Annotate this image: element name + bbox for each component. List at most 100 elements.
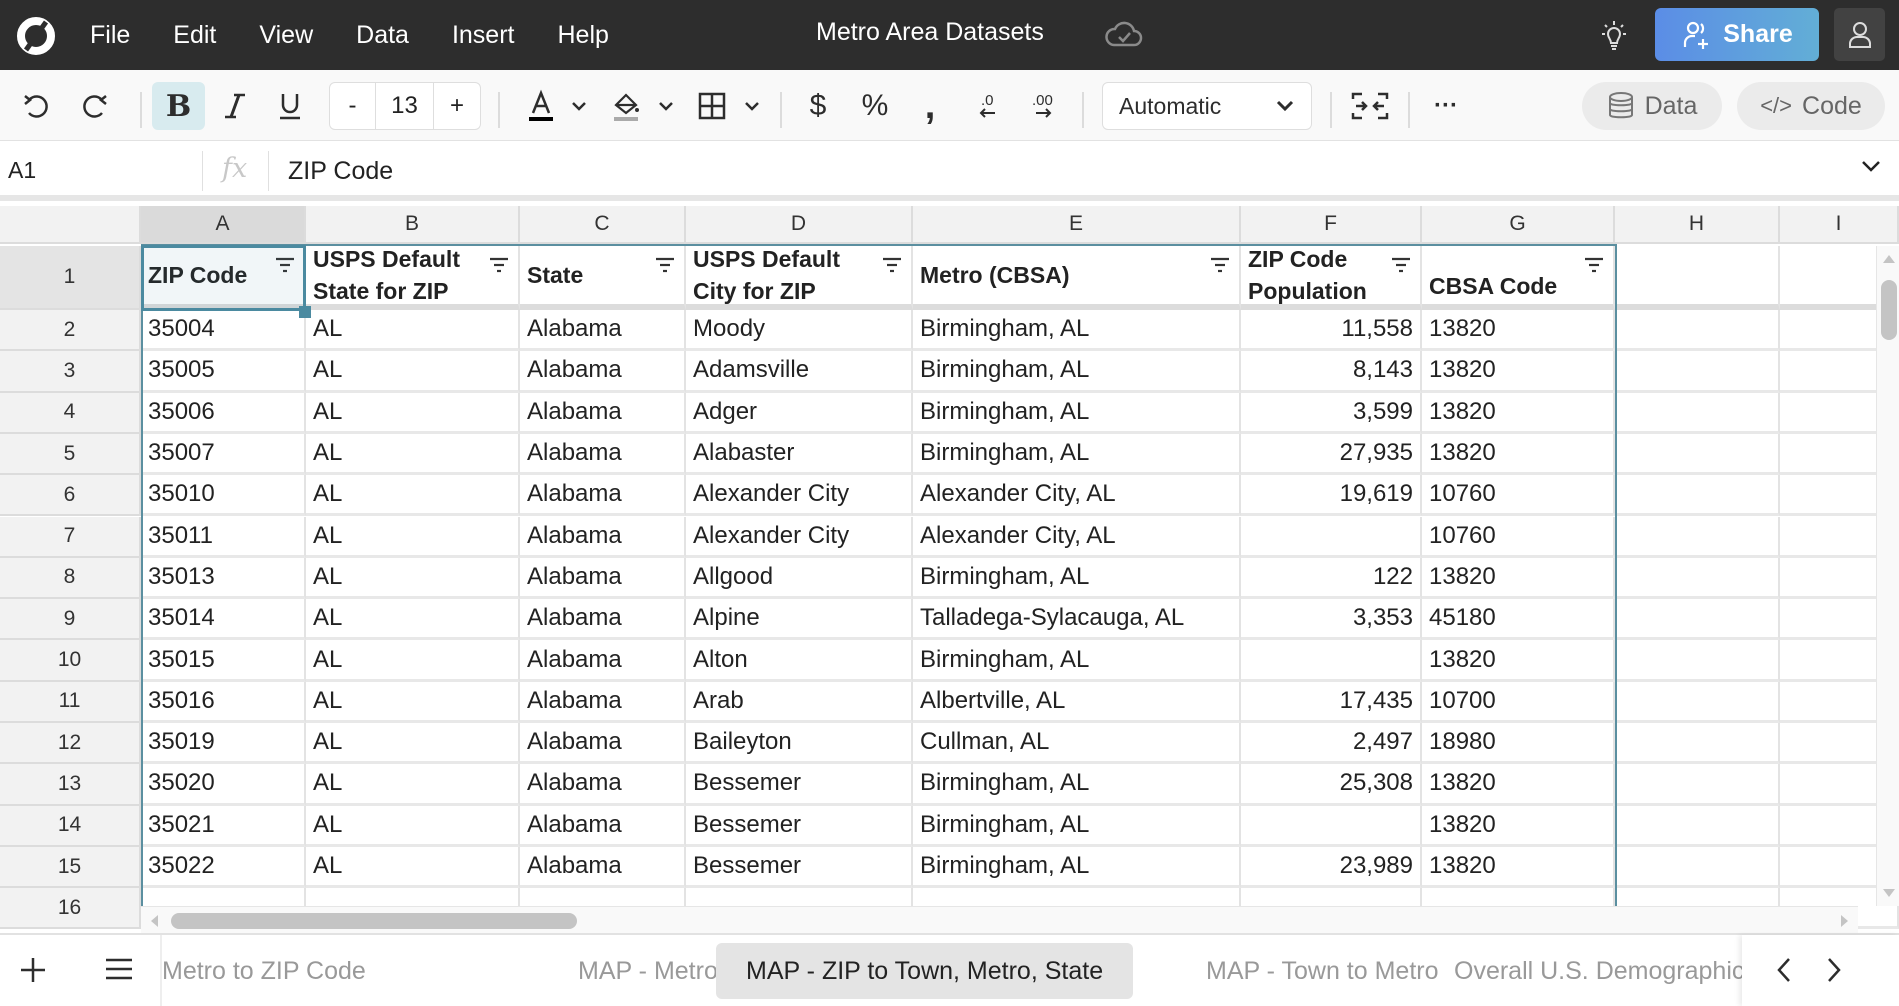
empty-cell[interactable]	[1615, 764, 1780, 806]
table-cell[interactable]: 13820	[1422, 433, 1615, 476]
table-cell[interactable]: Alabama	[520, 805, 686, 847]
table-cell[interactable]: 13820	[1422, 351, 1615, 393]
row-header-2[interactable]: 2	[0, 310, 141, 352]
table-cell[interactable]: Allgood	[686, 557, 913, 600]
empty-cell[interactable]	[1615, 433, 1780, 476]
column-header-f[interactable]: F	[1241, 206, 1422, 244]
menu-file[interactable]: File	[90, 21, 130, 50]
header-cell[interactable]: ZIP Code	[141, 246, 306, 310]
fill-handle[interactable]	[299, 306, 311, 318]
select-all-corner[interactable]	[0, 206, 141, 244]
row-header-4[interactable]: 4	[0, 392, 141, 434]
table-cell[interactable]: 13820	[1422, 310, 1615, 352]
column-header-d[interactable]: D	[686, 206, 913, 244]
table-cell[interactable]	[1241, 805, 1422, 847]
table-cell[interactable]: Adger	[686, 392, 913, 434]
font-size-input[interactable]: 13	[376, 83, 434, 129]
table-cell[interactable]: Alabama	[520, 681, 686, 723]
table-cell[interactable]: 27,935	[1241, 433, 1422, 476]
table-cell[interactable]: Birmingham, AL	[913, 351, 1241, 393]
table-cell[interactable]: Alexander City, AL	[913, 516, 1241, 558]
table-cell[interactable]: 35020	[141, 764, 306, 806]
table-cell[interactable]: 35015	[141, 640, 306, 682]
row-header-16[interactable]: 16	[0, 888, 141, 930]
table-cell[interactable]: Birmingham, AL	[913, 557, 1241, 600]
text-color-button[interactable]	[523, 82, 559, 130]
vertical-scroll-thumb[interactable]	[1881, 280, 1897, 340]
table-cell[interactable]: 35007	[141, 433, 306, 476]
table-cell[interactable]: Alton	[686, 640, 913, 682]
expand-formula-icon[interactable]	[1860, 159, 1882, 173]
table-cell[interactable]: 25,308	[1241, 764, 1422, 806]
menu-help[interactable]: Help	[557, 21, 608, 50]
table-cell[interactable]: 35019	[141, 723, 306, 765]
header-cell[interactable]: State	[520, 246, 686, 310]
table-cell[interactable]: 11,558	[1241, 310, 1422, 352]
table-cell[interactable]: 45180	[1422, 599, 1615, 641]
table-cell[interactable]: Alabama	[520, 599, 686, 641]
borders-button[interactable]	[692, 82, 732, 130]
table-cell[interactable]: 19,619	[1241, 475, 1422, 517]
table-cell[interactable]: 35011	[141, 516, 306, 558]
column-header-a[interactable]: A	[141, 206, 306, 244]
document-title[interactable]: Metro Area Datasets	[816, 18, 1044, 47]
table-cell[interactable]: Birmingham, AL	[913, 310, 1241, 352]
empty-cell[interactable]	[1615, 516, 1780, 558]
table-cell[interactable]: AL	[306, 599, 520, 641]
code-panel-button[interactable]: </> Code	[1737, 82, 1885, 130]
decrease-font-size-button[interactable]: -	[330, 83, 376, 129]
row-header-7[interactable]: 7	[0, 516, 141, 558]
sheet-tab[interactable]: MAP - ZIP to Town, Metro, State	[716, 943, 1134, 999]
column-header-i[interactable]: I	[1780, 206, 1899, 244]
wrap-text-button[interactable]	[1348, 82, 1392, 130]
table-cell[interactable]: 35004	[141, 310, 306, 352]
lightbulb-icon[interactable]	[1596, 18, 1632, 54]
row-header-15[interactable]: 15	[0, 846, 141, 889]
table-cell[interactable]: 8,143	[1241, 351, 1422, 393]
row-header-5[interactable]: 5	[0, 433, 141, 476]
comma-format-button[interactable]: ,	[912, 82, 948, 130]
horizontal-scroll-thumb[interactable]	[171, 913, 577, 929]
sheet-tab[interactable]: Metro to ZIP Code	[162, 943, 396, 999]
table-cell[interactable]: Alabama	[520, 351, 686, 393]
filter-icon[interactable]	[1390, 256, 1412, 276]
empty-cell[interactable]	[1615, 681, 1780, 723]
row-header-11[interactable]: 11	[0, 681, 141, 723]
scroll-right-icon[interactable]	[1840, 914, 1850, 928]
table-cell[interactable]: Cullman, AL	[913, 723, 1241, 765]
column-header-c[interactable]: C	[520, 206, 686, 244]
row-header-12[interactable]: 12	[0, 723, 141, 765]
increase-decimal-button[interactable]: .00	[1025, 82, 1065, 130]
text-color-dropdown[interactable]	[564, 82, 594, 130]
column-header-g[interactable]: G	[1422, 206, 1615, 244]
more-options-button[interactable]: ···	[1428, 82, 1464, 130]
table-cell[interactable]: Moody	[686, 310, 913, 352]
italic-button[interactable]	[215, 82, 255, 130]
header-cell[interactable]: Metro (CBSA)	[913, 246, 1241, 310]
table-cell[interactable]: 35013	[141, 557, 306, 600]
column-header-b[interactable]: B	[306, 206, 520, 244]
empty-cell[interactable]	[1615, 723, 1780, 765]
table-cell[interactable]: Alabama	[520, 392, 686, 434]
add-sheet-icon[interactable]	[18, 955, 48, 985]
table-cell[interactable]: Alabama	[520, 310, 686, 352]
table-cell[interactable]: 122	[1241, 557, 1422, 600]
redo-button[interactable]	[75, 82, 115, 130]
table-cell[interactable]: Alexander City	[686, 516, 913, 558]
horizontal-scrollbar[interactable]	[141, 906, 1858, 933]
data-panel-button[interactable]: Data	[1582, 82, 1722, 130]
table-cell[interactable]: AL	[306, 681, 520, 723]
table-cell[interactable]: AL	[306, 640, 520, 682]
sheet-list-icon[interactable]	[104, 957, 134, 981]
table-cell[interactable]: Alabama	[520, 475, 686, 517]
table-cell[interactable]: 35022	[141, 846, 306, 889]
table-cell[interactable]: Alabama	[520, 846, 686, 889]
table-cell[interactable]: Arab	[686, 681, 913, 723]
sheet-tab[interactable]: Overall U.S. Demographics	[1424, 943, 1742, 999]
column-header-h[interactable]: H	[1615, 206, 1780, 244]
filter-icon[interactable]	[1209, 256, 1231, 276]
table-cell[interactable]: Adamsville	[686, 351, 913, 393]
table-cell[interactable]: Alabama	[520, 723, 686, 765]
table-cell[interactable]: Alexander City, AL	[913, 475, 1241, 517]
filter-icon[interactable]	[488, 256, 510, 276]
